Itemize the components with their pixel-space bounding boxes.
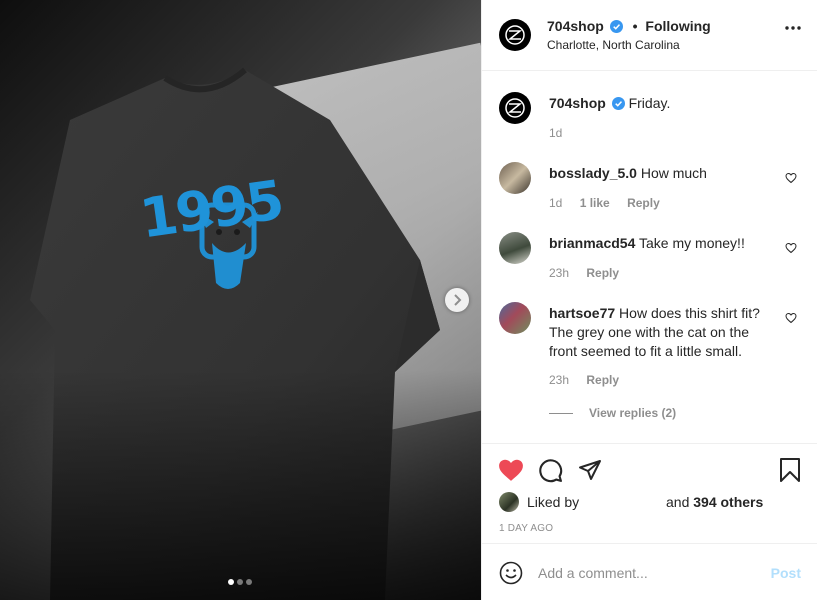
following-button[interactable]: Following: [645, 18, 710, 34]
comment-username[interactable]: bosslady_5.0: [549, 165, 637, 181]
reply-button[interactable]: Reply: [627, 196, 660, 210]
caption-time[interactable]: 1d: [549, 126, 562, 140]
like-comment-heart-icon[interactable]: [785, 242, 797, 254]
verified-badge-icon: [609, 20, 623, 33]
carousel-dot: [237, 579, 243, 585]
brand-logo-icon: [505, 25, 525, 45]
header-username[interactable]: 704shop: [547, 18, 604, 34]
account-avatar[interactable]: [499, 19, 531, 51]
likes-and-label: and: [666, 494, 690, 510]
comment-time[interactable]: 1d: [549, 196, 562, 210]
likes-count-link[interactable]: 394 others: [693, 494, 763, 510]
carousel-dot: [246, 579, 252, 585]
commenter-avatar[interactable]: [499, 232, 531, 264]
comment-likes-count[interactable]: 1 like: [580, 196, 610, 210]
comment-text: How much: [640, 165, 707, 181]
carousel-indicator: [228, 579, 252, 585]
comment-time[interactable]: 23h: [549, 266, 569, 280]
reply-button[interactable]: Reply: [586, 373, 619, 387]
commenter-avatar[interactable]: [499, 162, 531, 194]
liked-by-row: Liked by and 394 others: [499, 492, 763, 512]
carousel-next-button[interactable]: [445, 288, 469, 312]
share-icon[interactable]: [578, 459, 602, 481]
comment-input[interactable]: [538, 561, 758, 585]
heart-icon[interactable]: [498, 458, 524, 482]
more-options-icon[interactable]: [785, 26, 801, 30]
comments-list[interactable]: 704shop Friday. 1d bosslady_5.0 How much…: [482, 71, 817, 443]
like-comment-heart-icon[interactable]: [785, 172, 797, 184]
comment-username[interactable]: hartsoe77: [549, 305, 615, 321]
add-comment-bar: Post: [482, 543, 817, 600]
post-side-panel: 704shop • Following Charlotte, North Car…: [481, 0, 817, 600]
view-replies-button[interactable]: View replies (2): [549, 406, 676, 420]
post-header: 704shop • Following Charlotte, North Car…: [482, 0, 817, 71]
post-timestamp[interactable]: 1 DAY AGO: [499, 523, 553, 534]
comment-username[interactable]: brianmacd54: [549, 235, 635, 251]
view-replies-line: [549, 412, 573, 414]
liked-by-label: Liked by: [527, 494, 580, 510]
caption-text: Friday.: [628, 95, 671, 111]
header-separator: •: [632, 18, 638, 34]
caption-avatar[interactable]: [499, 92, 531, 124]
emoji-icon[interactable]: [499, 561, 523, 585]
verified-badge-icon: [611, 97, 625, 110]
carousel-dot-active: [228, 579, 234, 585]
reply-button[interactable]: Reply: [586, 266, 619, 280]
post-location[interactable]: Charlotte, North Carolina: [547, 38, 680, 52]
post-comment-button[interactable]: Post: [771, 565, 801, 581]
liker-avatar[interactable]: [499, 492, 519, 512]
comment-time[interactable]: 23h: [549, 373, 569, 387]
media-vignette: [0, 370, 481, 600]
post-actions: Liked by and 394 others 1 DAY AGO: [482, 443, 817, 543]
chevron-right-icon: [454, 294, 462, 306]
post-media[interactable]: 1995: [0, 0, 481, 600]
caption-username[interactable]: 704shop: [549, 95, 606, 111]
brand-logo-icon: [505, 98, 525, 118]
comment-icon[interactable]: [538, 458, 563, 483]
like-comment-heart-icon[interactable]: [785, 312, 797, 324]
commenter-avatar[interactable]: [499, 302, 531, 334]
bookmark-icon[interactable]: [779, 457, 801, 483]
view-replies-label: View replies (2): [589, 406, 677, 420]
comment-text: Take my money!!: [639, 235, 745, 251]
